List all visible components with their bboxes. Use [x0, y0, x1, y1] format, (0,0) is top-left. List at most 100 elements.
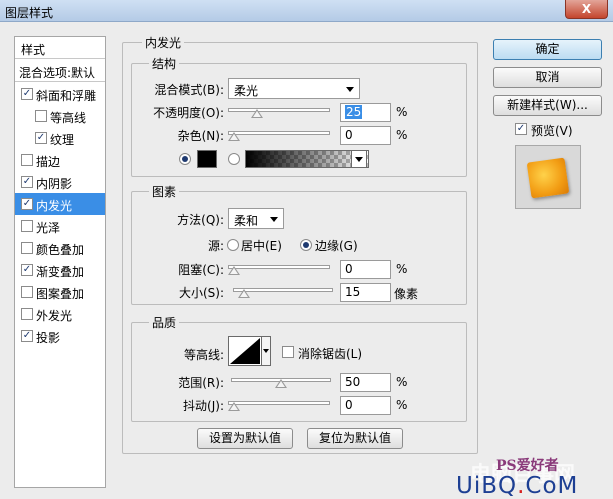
style-item-label: 投影: [36, 331, 61, 345]
watermark-suffix: CoM: [525, 473, 579, 499]
style-item-checkbox[interactable]: ✓: [35, 132, 47, 144]
jitter-slider[interactable]: [228, 399, 330, 411]
noise-slider[interactable]: [228, 129, 330, 141]
jitter-input[interactable]: 0: [340, 396, 391, 415]
style-item[interactable]: 图案叠加: [15, 281, 105, 303]
source-center-radio[interactable]: [227, 239, 239, 251]
noise-slider-handle[interactable]: [228, 132, 240, 141]
contour-label: 等高线:: [183, 348, 224, 362]
opacity-label: 不透明度(O):: [153, 106, 224, 120]
style-item[interactable]: ✓ 投影: [15, 325, 105, 347]
opacity-unit: %: [396, 105, 408, 119]
style-item-label: 纹理: [50, 133, 75, 147]
size-slider[interactable]: [233, 286, 333, 298]
source-label: 源:: [207, 239, 224, 253]
style-item-checkbox[interactable]: ✓: [21, 176, 33, 188]
quality-title: 品质: [149, 314, 180, 331]
choke-slider[interactable]: [228, 263, 330, 275]
style-item[interactable]: 描边: [15, 149, 105, 171]
inner-glow-title: 内发光: [142, 34, 185, 51]
size-slider-handle[interactable]: [238, 289, 251, 298]
preview-label: 预览(V): [531, 124, 573, 138]
source-edge-radio[interactable]: [300, 239, 312, 251]
style-item[interactable]: ✓ 纹理: [15, 127, 105, 149]
reset-default-button[interactable]: 复位为默认值: [307, 428, 403, 449]
ok-button[interactable]: 确定: [493, 39, 602, 60]
range-input[interactable]: 50: [340, 373, 391, 392]
opacity-slider-handle[interactable]: [250, 109, 263, 118]
antialias-checkbox[interactable]: [282, 346, 294, 358]
dialog-title: 图层样式: [5, 6, 54, 20]
range-slider-handle[interactable]: [275, 379, 287, 388]
method-select[interactable]: 柔和: [228, 208, 284, 229]
style-item[interactable]: ✓ 内阴影: [15, 171, 105, 193]
style-item[interactable]: 外发光: [15, 303, 105, 325]
style-item-checkbox[interactable]: ✓: [21, 88, 33, 100]
style-item[interactable]: 等高线: [15, 105, 105, 127]
blend-mode-value: 柔光: [234, 84, 259, 98]
blend-mode-select[interactable]: 柔光: [228, 78, 360, 99]
style-item-checkbox[interactable]: [35, 110, 47, 122]
make-default-button[interactable]: 设置为默认值: [197, 428, 293, 449]
new-style-button[interactable]: 新建样式(W)...: [493, 95, 602, 116]
noise-unit: %: [396, 128, 408, 142]
noise-input[interactable]: 0: [340, 126, 391, 145]
range-slider[interactable]: [231, 376, 331, 388]
style-preview: [515, 145, 581, 209]
source-center-label: 居中(E): [241, 239, 282, 253]
jitter-label: 抖动(J):: [183, 399, 224, 413]
watermark-prefix: UiBQ: [456, 473, 518, 499]
method-label: 方法(Q):: [177, 213, 224, 227]
style-item-label: 斜面和浮雕: [36, 89, 97, 103]
choke-unit: %: [396, 262, 408, 276]
style-item-label: 渐变叠加: [36, 265, 85, 279]
style-item-checkbox[interactable]: [21, 242, 33, 254]
opacity-value: 25: [345, 105, 363, 119]
choke-label: 阻塞(C):: [178, 263, 224, 277]
style-item-checkbox[interactable]: ✓: [21, 330, 33, 342]
cancel-button[interactable]: 取消: [493, 67, 602, 88]
style-item-checkbox[interactable]: ✓: [21, 264, 33, 276]
gradient-radio[interactable]: [228, 153, 240, 165]
style-item-label: 颜色叠加: [36, 243, 85, 257]
glow-color-swatch[interactable]: [197, 150, 217, 168]
gradient-dropdown[interactable]: [351, 150, 367, 168]
style-item-label: 等高线: [50, 111, 87, 125]
contour-dropdown[interactable]: [262, 336, 271, 366]
range-unit: %: [396, 375, 408, 389]
layer-style-dialog: 图层样式 X 样式 混合选项:默认 ✓ 斜面和浮雕 等高线 ✓ 纹理 描边 ✓ 内阴影 ✓ 内发光…: [0, 0, 613, 499]
blend-options-item[interactable]: 混合选项:默认: [15, 60, 105, 82]
style-item-checkbox[interactable]: [21, 308, 33, 320]
chevron-down-icon: [346, 87, 354, 92]
choke-slider-handle[interactable]: [228, 266, 240, 275]
source-edge-label: 边缘(G): [315, 239, 358, 253]
style-item-label: 内阴影: [36, 177, 73, 191]
structure-title: 结构: [149, 55, 180, 72]
noise-value: 0: [345, 128, 353, 142]
styles-header[interactable]: 样式: [15, 37, 105, 59]
preview-checkbox[interactable]: ✓: [515, 123, 527, 135]
style-item[interactable]: ✓ 斜面和浮雕: [15, 83, 105, 105]
choke-input[interactable]: 0: [340, 260, 391, 279]
opacity-slider[interactable]: [228, 106, 330, 118]
size-unit: 像素: [394, 287, 419, 301]
solid-color-radio[interactable]: [179, 153, 191, 165]
style-item[interactable]: ✓ 渐变叠加: [15, 259, 105, 281]
styles-list: 样式 混合选项:默认 ✓ 斜面和浮雕 等高线 ✓ 纹理 描边 ✓ 内阴影 ✓ 内发光 光泽 颜色叠加 ✓…: [14, 36, 106, 488]
method-value: 柔和: [234, 214, 259, 228]
jitter-slider-handle[interactable]: [228, 402, 240, 411]
style-item[interactable]: 颜色叠加: [15, 237, 105, 259]
opacity-input[interactable]: 25: [340, 103, 391, 122]
size-input[interactable]: 15: [340, 283, 391, 302]
style-item-checkbox[interactable]: [21, 220, 33, 232]
style-item[interactable]: ✓ 内发光: [15, 193, 105, 215]
style-item-label: 描边: [36, 155, 61, 169]
style-item-checkbox[interactable]: [21, 286, 33, 298]
close-button[interactable]: X: [565, 0, 608, 19]
style-item-checkbox[interactable]: [21, 154, 33, 166]
preview-swatch: [526, 157, 570, 199]
style-item-checkbox[interactable]: ✓: [21, 198, 33, 210]
size-value: 15: [345, 285, 361, 299]
contour-picker[interactable]: [228, 336, 262, 366]
style-item[interactable]: 光泽: [15, 215, 105, 237]
